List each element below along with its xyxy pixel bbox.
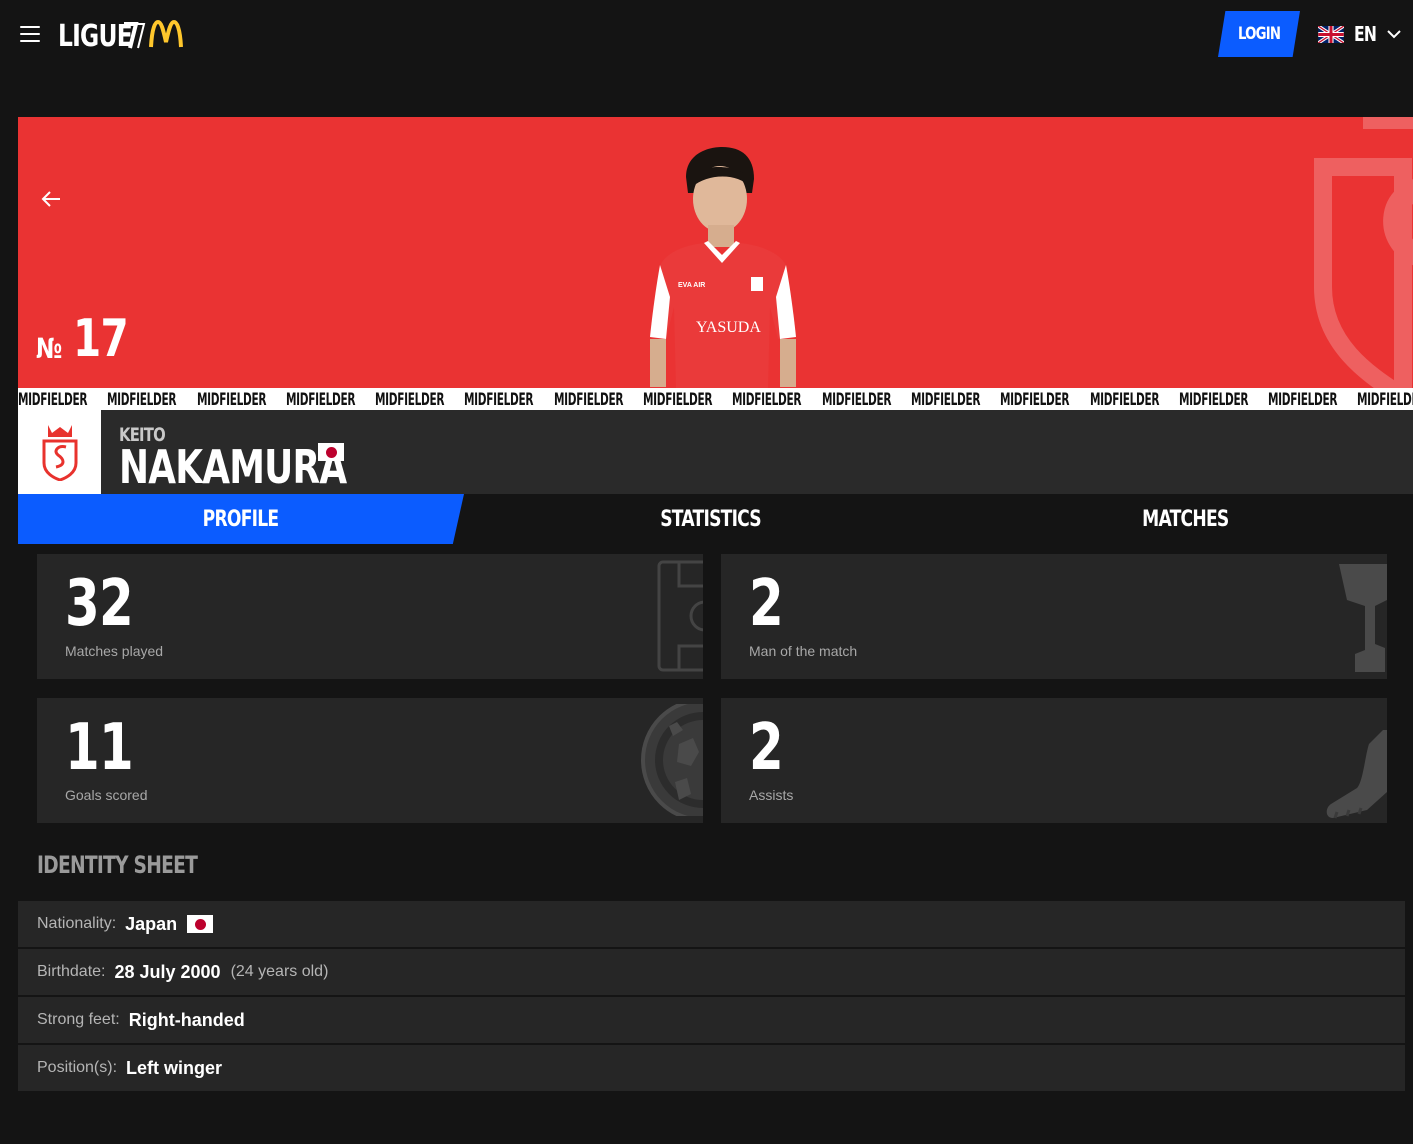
uk-flag-icon — [1318, 25, 1344, 43]
position-label: MIDFIELDER — [196, 389, 266, 410]
position-label: MIDFIELDER — [821, 389, 891, 410]
position-ticker-item: MIDFIELDER — [1357, 389, 1413, 410]
position-label: MIDFIELDER — [643, 389, 713, 410]
tab-statistics[interactable]: STATISTICS — [472, 494, 950, 544]
row-key: Strong feet: — [37, 1011, 120, 1028]
language-selector[interactable]: EN — [1318, 22, 1402, 46]
row-key: Position(s): — [37, 1059, 118, 1076]
position-label: MIDFIELDER — [285, 389, 356, 410]
position-ticker-item: MIDFIELDER — [911, 389, 1000, 410]
position-label: MIDFIELDER — [1000, 389, 1070, 410]
logo-text: LIGUE — [58, 18, 133, 54]
player-identity-bar: KEITO NAKAMURA — [18, 410, 1413, 494]
pitch-icon — [657, 560, 703, 672]
row-extra: (24 years old) — [230, 963, 329, 980]
position-ticker-item: MIDFIELDER — [464, 389, 553, 410]
position-ticker: MIDFIELDER MIDFIELDER MIDFIELDER MIDFIELDER… — [18, 388, 1413, 410]
row-key: Birthdate: — [37, 963, 106, 980]
tab-label: STATISTICS — [660, 506, 762, 532]
position-ticker-item: MIDFIELDER — [1000, 389, 1089, 410]
identity-row-positions: Position(s): Left winger — [18, 1045, 1405, 1091]
stat-card-assists: 2 Assists — [721, 698, 1387, 823]
number-value: 17 — [72, 309, 129, 369]
stat-card-goals-scored: 11 Goals scored — [37, 698, 703, 823]
club-badge[interactable] — [18, 410, 101, 494]
position-label: MIDFIELDER — [910, 389, 981, 410]
tab-matches[interactable]: MATCHES — [950, 494, 1413, 544]
tab-label: PROFILE — [203, 506, 279, 532]
ball-icon — [641, 704, 703, 816]
position-label: MIDFIELDER — [107, 389, 177, 410]
stat-label: Goals scored — [65, 787, 148, 803]
svg-text:YASUDA: YASUDA — [696, 319, 761, 336]
position-ticker-item: MIDFIELDER — [554, 389, 643, 410]
position-ticker-item: MIDFIELDER — [1090, 389, 1179, 410]
position-label: MIDFIELDER — [553, 389, 623, 410]
profile-tabs: PROFILE STATISTICS MATCHES — [18, 494, 1413, 544]
player-last-name: NAKAMURA — [119, 440, 347, 494]
login-button[interactable]: LOGIN — [1218, 11, 1300, 57]
menu-icon[interactable] — [20, 26, 40, 44]
japan-flag-icon — [318, 443, 344, 461]
position-ticker-item: MIDFIELDER — [732, 389, 821, 410]
position-ticker-item: MIDFIELDER — [286, 389, 375, 410]
position-ticker-item: MIDFIELDER — [643, 389, 732, 410]
stade-reims-crest-icon — [42, 425, 77, 481]
stat-label: Man of the match — [749, 643, 858, 659]
position-label: MIDFIELDER — [18, 389, 88, 410]
stat-value: 11 — [65, 711, 134, 785]
position-label: MIDFIELDER — [464, 389, 534, 410]
player-photo: YASUDA EVA AIR — [650, 147, 796, 388]
identity-row-birthdate: Birthdate: 28 July 2000 (24 years old) — [18, 949, 1405, 995]
position-ticker-item: MIDFIELDER — [375, 389, 464, 410]
tab-label: MATCHES — [1141, 506, 1229, 532]
position-ticker-item: MIDFIELDER — [1268, 389, 1357, 410]
japan-flag-icon — [187, 915, 214, 933]
identity-row-strong-feet: Strong feet: Right-handed — [18, 997, 1405, 1043]
stat-card-matches-played: 32 Matches played — [37, 554, 703, 679]
stat-value: 2 — [749, 567, 784, 641]
position-ticker-item: MIDFIELDER — [107, 389, 196, 410]
player-hero: № 17 YASUDA EVA AIR — [18, 117, 1413, 388]
club-crest-watermark-icon — [1314, 117, 1413, 388]
login-label: LOGIN — [1237, 24, 1281, 44]
tab-profile[interactable]: PROFILE — [18, 494, 464, 544]
row-key: Nationality: — [37, 915, 117, 932]
position-ticker-item: MIDFIELDER — [197, 389, 286, 410]
position-label: MIDFIELDER — [1268, 389, 1338, 410]
trophy-icon — [1339, 564, 1387, 672]
identity-sheet-title: IDENTITY SHEET — [37, 851, 198, 879]
svg-text:EVA AIR: EVA AIR — [678, 282, 705, 289]
row-value: Japan — [125, 913, 178, 934]
stat-value: 32 — [65, 567, 134, 641]
shirt-number: № 17 — [36, 313, 143, 365]
position-ticker-item: MIDFIELDER — [18, 389, 107, 410]
boot-icon — [1326, 730, 1387, 819]
position-label: MIDFIELDER — [1357, 389, 1413, 410]
identity-row-nationality: Nationality: Japan — [18, 901, 1405, 947]
chevron-down-icon — [1387, 30, 1402, 39]
row-value: Right-handed — [128, 1009, 245, 1030]
number-prefix: № — [36, 332, 62, 365]
position-label: MIDFIELDER — [732, 389, 802, 410]
stat-value: 2 — [749, 711, 784, 785]
language-label: EN — [1354, 22, 1377, 46]
position-label: MIDFIELDER — [1178, 389, 1249, 410]
back-arrow-icon[interactable] — [40, 189, 62, 209]
top-navigation: LIGUE LOGIN EN — [0, 0, 1413, 72]
row-value: 28 July 2000 — [114, 961, 221, 982]
stat-label: Assists — [749, 787, 794, 803]
ligue1-mark-icon — [124, 22, 146, 49]
row-value: Left winger — [126, 1057, 223, 1078]
position-label: MIDFIELDER — [1089, 389, 1159, 410]
stat-label: Matches played — [65, 643, 164, 659]
position-ticker-item: MIDFIELDER — [1179, 389, 1268, 410]
mcdonalds-logo-icon — [149, 20, 183, 48]
position-label: MIDFIELDER — [375, 389, 445, 410]
stat-card-man-of-the-match: 2 Man of the match — [721, 554, 1387, 679]
position-ticker-item: MIDFIELDER — [822, 389, 911, 410]
